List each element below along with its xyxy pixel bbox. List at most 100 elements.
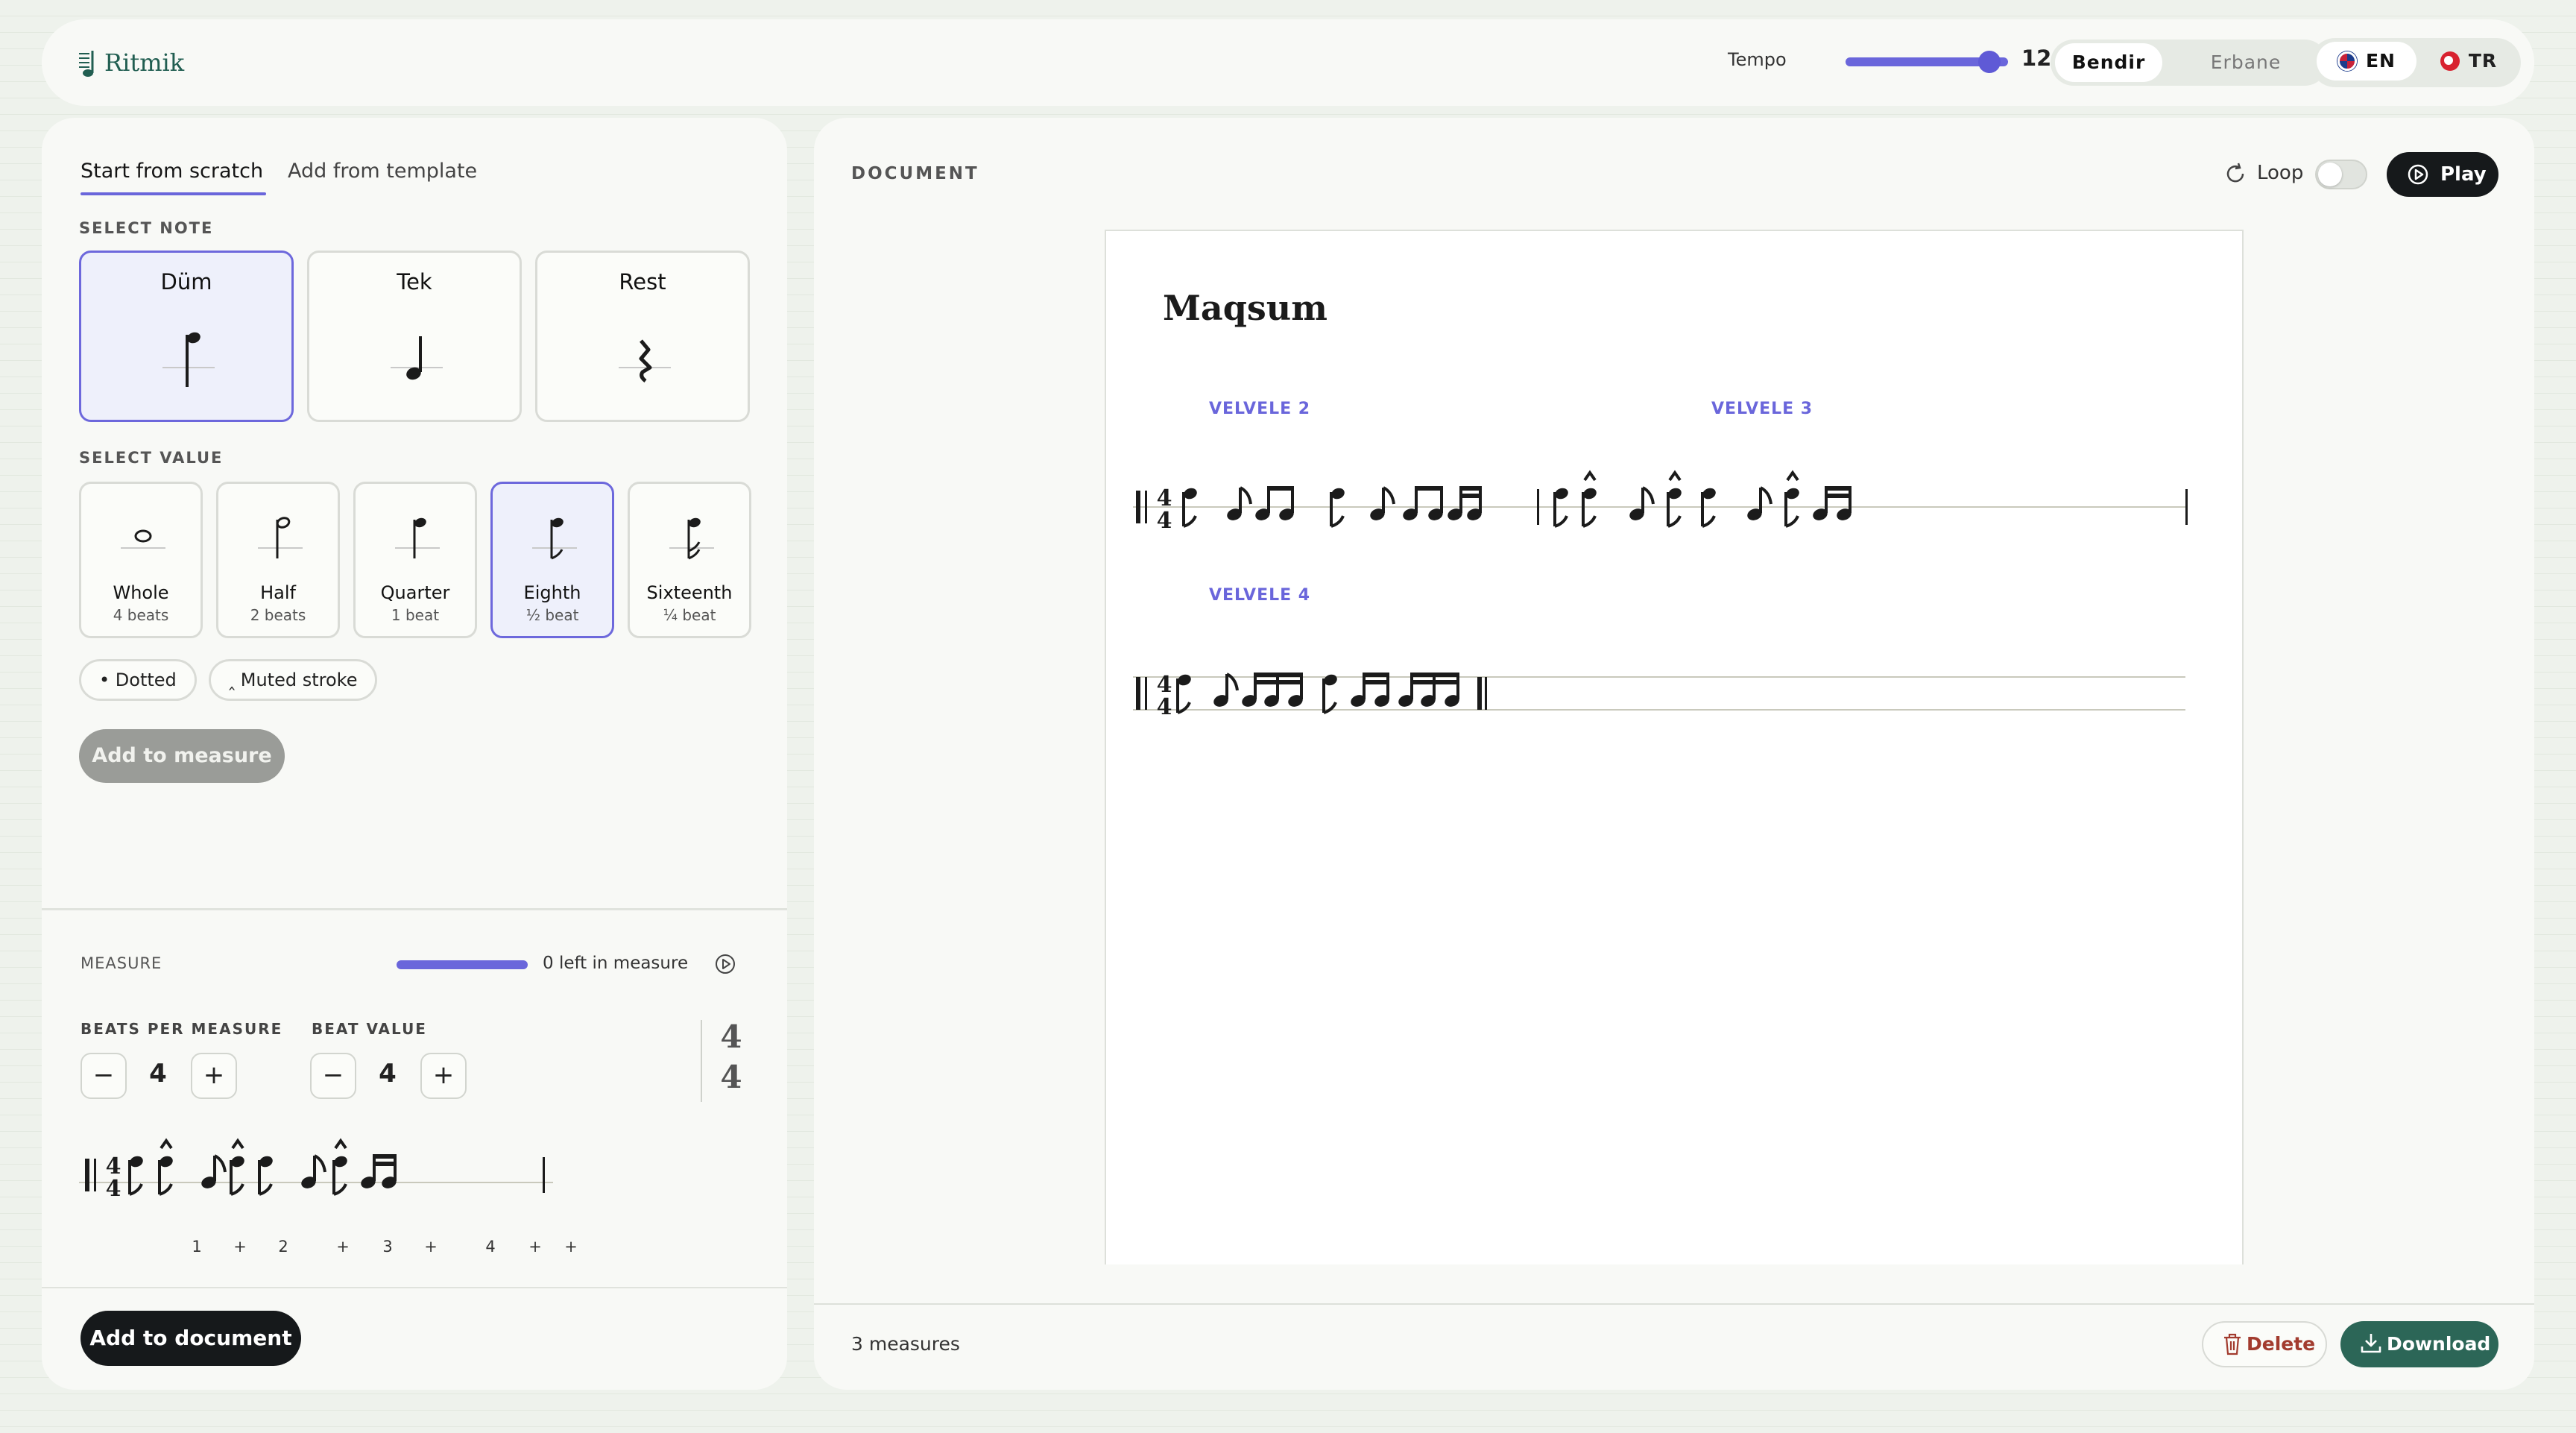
- measure-label-velvele-4: VELVELE 4: [1209, 586, 1311, 605]
- barline: [543, 1157, 545, 1193]
- accent-mark: [231, 1138, 244, 1150]
- sheet-page: 4444 Maqsum VELVELE 2 VELVELE 3 VELVELE …: [1105, 230, 2244, 1264]
- measure-remaining-text: 0 left in measure: [543, 954, 689, 973]
- note-beam: [1459, 494, 1482, 498]
- note-flag: [1177, 702, 1191, 714]
- thin-barline: [1145, 491, 1147, 523]
- note-flag: [1554, 515, 1568, 528]
- language-tr[interactable]: TR: [2422, 42, 2515, 81]
- top-bar: Ritmik Tempo 120 Bendir Erbane EN TR: [42, 19, 2534, 106]
- time-signature-top: 4: [720, 1018, 742, 1055]
- divider: [42, 908, 787, 910]
- value-card-eighth[interactable]: Eighth ½ beat: [490, 482, 614, 638]
- beat-value-minus-button[interactable]: −: [310, 1053, 356, 1099]
- divider: [814, 1303, 2534, 1305]
- language-en[interactable]: EN: [2317, 42, 2416, 81]
- measure-count: 3 measures: [851, 1333, 960, 1355]
- thick-barline: [1136, 677, 1140, 710]
- divider: [701, 1020, 702, 1102]
- tab-start-from-scratch[interactable]: Start from scratch: [80, 160, 267, 195]
- instrument-erbane[interactable]: Erbane: [2170, 43, 2322, 82]
- note-beam: [373, 1162, 397, 1166]
- note-card-rest-label: Rest: [619, 269, 666, 295]
- beats-per-measure-value: 4: [149, 1059, 167, 1089]
- note-flag: [1330, 515, 1345, 528]
- play-button[interactable]: Play: [2387, 152, 2498, 197]
- value-card-eighth-beats: ½ beat: [525, 606, 579, 624]
- logo-text: Ritmik: [104, 48, 185, 77]
- add-to-document-button[interactable]: Add to document: [80, 1311, 301, 1366]
- note-flag: [129, 1183, 143, 1196]
- note-beam: [1459, 486, 1482, 491]
- note-card-rest[interactable]: Rest: [535, 251, 750, 422]
- delete-label: Delete: [2247, 1333, 2316, 1355]
- beat-value-plus-button[interactable]: +: [420, 1053, 467, 1099]
- logo-icon: [79, 51, 94, 77]
- loop-icon[interactable]: [2223, 161, 2248, 186]
- instrument-toggle: Bendir Erbane: [2051, 40, 2328, 86]
- rest-icon: [619, 339, 671, 382]
- end-barline: [1485, 677, 1487, 710]
- note-beam: [1410, 680, 1459, 684]
- quarter-note-icon: [395, 517, 440, 558]
- value-card-half[interactable]: Half 2 beats: [216, 482, 340, 638]
- note-card-tek[interactable]: Tek: [307, 251, 522, 422]
- beat-count: 2: [278, 1238, 288, 1256]
- tempo-slider-thumb[interactable]: [1978, 51, 2001, 73]
- note-beam: [1415, 486, 1443, 491]
- value-card-half-name: Half: [260, 582, 296, 603]
- value-card-whole-name: Whole: [113, 582, 169, 603]
- select-value-label: SELECT VALUE: [79, 449, 224, 467]
- value-card-whole[interactable]: Whole 4 beats: [79, 482, 203, 638]
- note-flag: [1582, 515, 1597, 528]
- measure-title: MEASURE: [80, 954, 162, 972]
- measure-label-velvele-2: VELVELE 2: [1209, 400, 1311, 418]
- language-toggle: EN TR: [2311, 38, 2521, 87]
- thick-barline: [85, 1159, 89, 1191]
- value-card-sixteenth-name: Sixteenth: [646, 582, 733, 603]
- instrument-bendir[interactable]: Bendir: [2055, 43, 2162, 82]
- note-card-tek-label: Tek: [397, 269, 432, 295]
- document-label: DOCUMENT: [851, 164, 979, 183]
- thick-barline: [1136, 491, 1140, 523]
- value-card-eighth-name: Eighth: [523, 582, 581, 603]
- thin-barline: [1145, 677, 1147, 710]
- note-beam: [373, 1154, 397, 1159]
- measure-label-velvele-3: VELVELE 3: [1711, 400, 1813, 418]
- add-to-measure-button[interactable]: Add to measure: [79, 729, 285, 783]
- thin-barline: [94, 1159, 96, 1191]
- note-card-dum[interactable]: Düm: [79, 251, 294, 422]
- beat-count: +: [424, 1238, 438, 1256]
- beat-count: +: [336, 1238, 350, 1256]
- app-logo[interactable]: Ritmik: [79, 42, 184, 84]
- value-card-sixteenth[interactable]: Sixteenth ¼ beat: [628, 482, 751, 638]
- delete-button[interactable]: Delete: [2202, 1321, 2327, 1367]
- language-tr-label: TR: [2468, 50, 2498, 72]
- beats-minus-button[interactable]: −: [80, 1053, 127, 1099]
- play-measure-icon[interactable]: [714, 953, 736, 975]
- note-flag: [1702, 515, 1716, 528]
- muted-stroke-toggle[interactable]: ‸ Muted stroke: [209, 659, 378, 701]
- note-flag: [1760, 486, 1772, 505]
- tab-add-from-template[interactable]: Add from template: [288, 160, 477, 183]
- beat-count: +: [233, 1238, 247, 1256]
- tempo-label: Tempo: [1728, 49, 1787, 70]
- divider: [42, 1287, 787, 1288]
- beat-count: 3: [382, 1238, 393, 1256]
- dotted-toggle[interactable]: • Dotted: [79, 659, 197, 701]
- download-button[interactable]: Download: [2340, 1321, 2498, 1367]
- beat-count: +: [564, 1238, 578, 1256]
- sheet-title: Maqsum: [1163, 288, 1328, 328]
- beat-value-value: 4: [379, 1059, 397, 1089]
- barline: [1537, 489, 1539, 525]
- value-card-quarter[interactable]: Quarter 1 beat: [353, 482, 477, 638]
- note-beam: [1363, 673, 1389, 677]
- accent-mark: [1583, 470, 1597, 482]
- note-beam: [1410, 673, 1459, 677]
- loop-toggle[interactable]: [2315, 160, 2367, 189]
- tek-note-icon: [391, 336, 443, 380]
- beats-plus-button[interactable]: +: [191, 1053, 237, 1099]
- half-note-icon: [258, 517, 303, 558]
- accent-mark: [1786, 470, 1799, 482]
- time-signature-bottom: 4: [720, 1059, 742, 1095]
